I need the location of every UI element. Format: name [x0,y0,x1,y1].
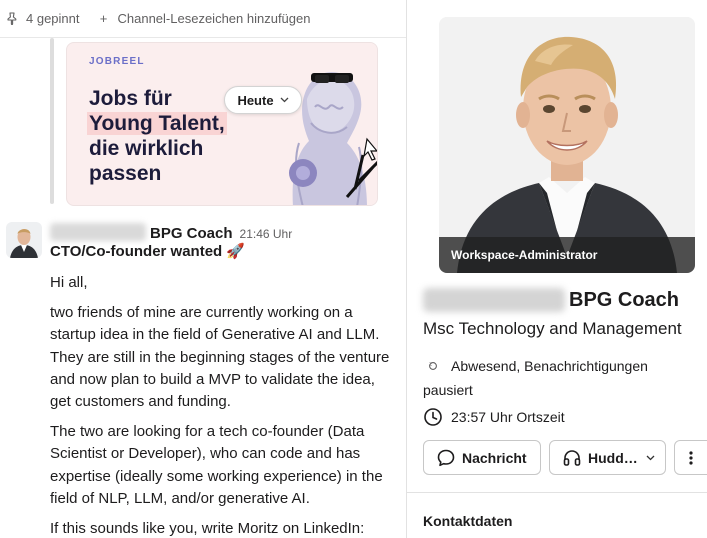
message-button-label: Nachricht [462,449,527,466]
message-button[interactable]: Nachricht [423,440,541,475]
pin-icon [6,12,18,25]
kebab-menu-icon [689,450,693,465]
profile-pane: Workspace-Administrator BPG Coach Msc Te… [407,0,707,538]
job-ad-image[interactable]: JOBREEL Jobs für Young Talent, die wirkl… [66,42,378,206]
lion-statue-illustration [263,43,377,205]
clock-icon [424,408,442,426]
channel-pane: 4 gepinnt + Channel-Lesezeichen hinzufüg… [0,0,406,538]
workspace-admin-badge: Workspace-Administrator [439,237,695,273]
pinned-label: 4 gepinnt [26,11,80,26]
speech-bubble-icon [437,449,455,466]
add-bookmark-button[interactable]: + Channel-Lesezeichen hinzufügen [98,11,311,26]
redacted-name [423,288,565,312]
huddle-button-label: Hudd… [588,449,638,466]
profile-name-row: BPG Coach [423,288,679,312]
contact-section-heading: Kontaktdaten [423,513,513,529]
redacted-name [50,223,146,241]
message-title: CTO/Co-founder wanted 🚀 [50,243,246,260]
pinned-button[interactable]: 4 gepinnt [6,11,80,26]
chevron-down-icon [646,453,661,463]
message-paragraph: Hi all, [50,274,88,291]
presence-status: ᶻ Abwesend, Benachrichtigungen pausiert [423,355,699,401]
avatar[interactable] [6,222,42,258]
profile-job-title: Msc Technology and Management [423,319,682,338]
ad-brand: JOBREEL [89,56,145,67]
date-divider-pill[interactable]: Heute [224,86,302,114]
bookmarks-bar: 4 gepinnt + Channel-Lesezeichen hinzufüg… [0,0,406,38]
sender-name[interactable]: BPG Coach [150,225,233,242]
ad-headline-line: Young Talent, [87,112,227,135]
ad-headline-line: passen [89,162,162,185]
message-header: BPG Coach 21:46 Uhr [50,220,292,242]
ad-headline-line: Jobs für [89,87,172,110]
profile-portrait [439,17,695,273]
message-paragraph: If this sounds like you, write Moritz on… [50,520,365,538]
message-paragraph: two friends of mine are currently workin… [50,304,390,411]
ad-headline-line: die wirklich [89,137,204,160]
more-actions-button[interactable] [674,440,707,475]
attachment-bar [50,38,54,204]
message-body: Hi all, two friends of mine are currentl… [50,272,395,538]
plus-icon: + [99,11,108,26]
chevron-down-icon [280,95,289,105]
local-time: 23:57 Uhr Ortszeit [423,407,565,427]
snooze-icon: ᶻ [425,357,443,379]
huddle-button[interactable]: Hudd… [549,440,666,475]
ad-headline: Jobs für Young Talent, die wirklich pass… [87,86,227,186]
profile-photo[interactable]: Workspace-Administrator [439,17,695,273]
profile-name-suffix: BPG Coach [569,288,680,311]
presence-status-text: Abwesend, Benachrichtigungen pausiert [423,358,648,398]
section-divider [407,492,707,493]
message-paragraph: The two are looking for a tech co-founde… [50,423,383,507]
message-timestamp[interactable]: 21:46 Uhr [240,227,293,241]
headphones-icon [563,449,581,466]
date-divider-label: Heute [237,92,274,108]
local-time-text: 23:57 Uhr Ortszeit [451,409,565,425]
add-bookmark-label: Channel-Lesezeichen hinzufügen [117,11,311,26]
